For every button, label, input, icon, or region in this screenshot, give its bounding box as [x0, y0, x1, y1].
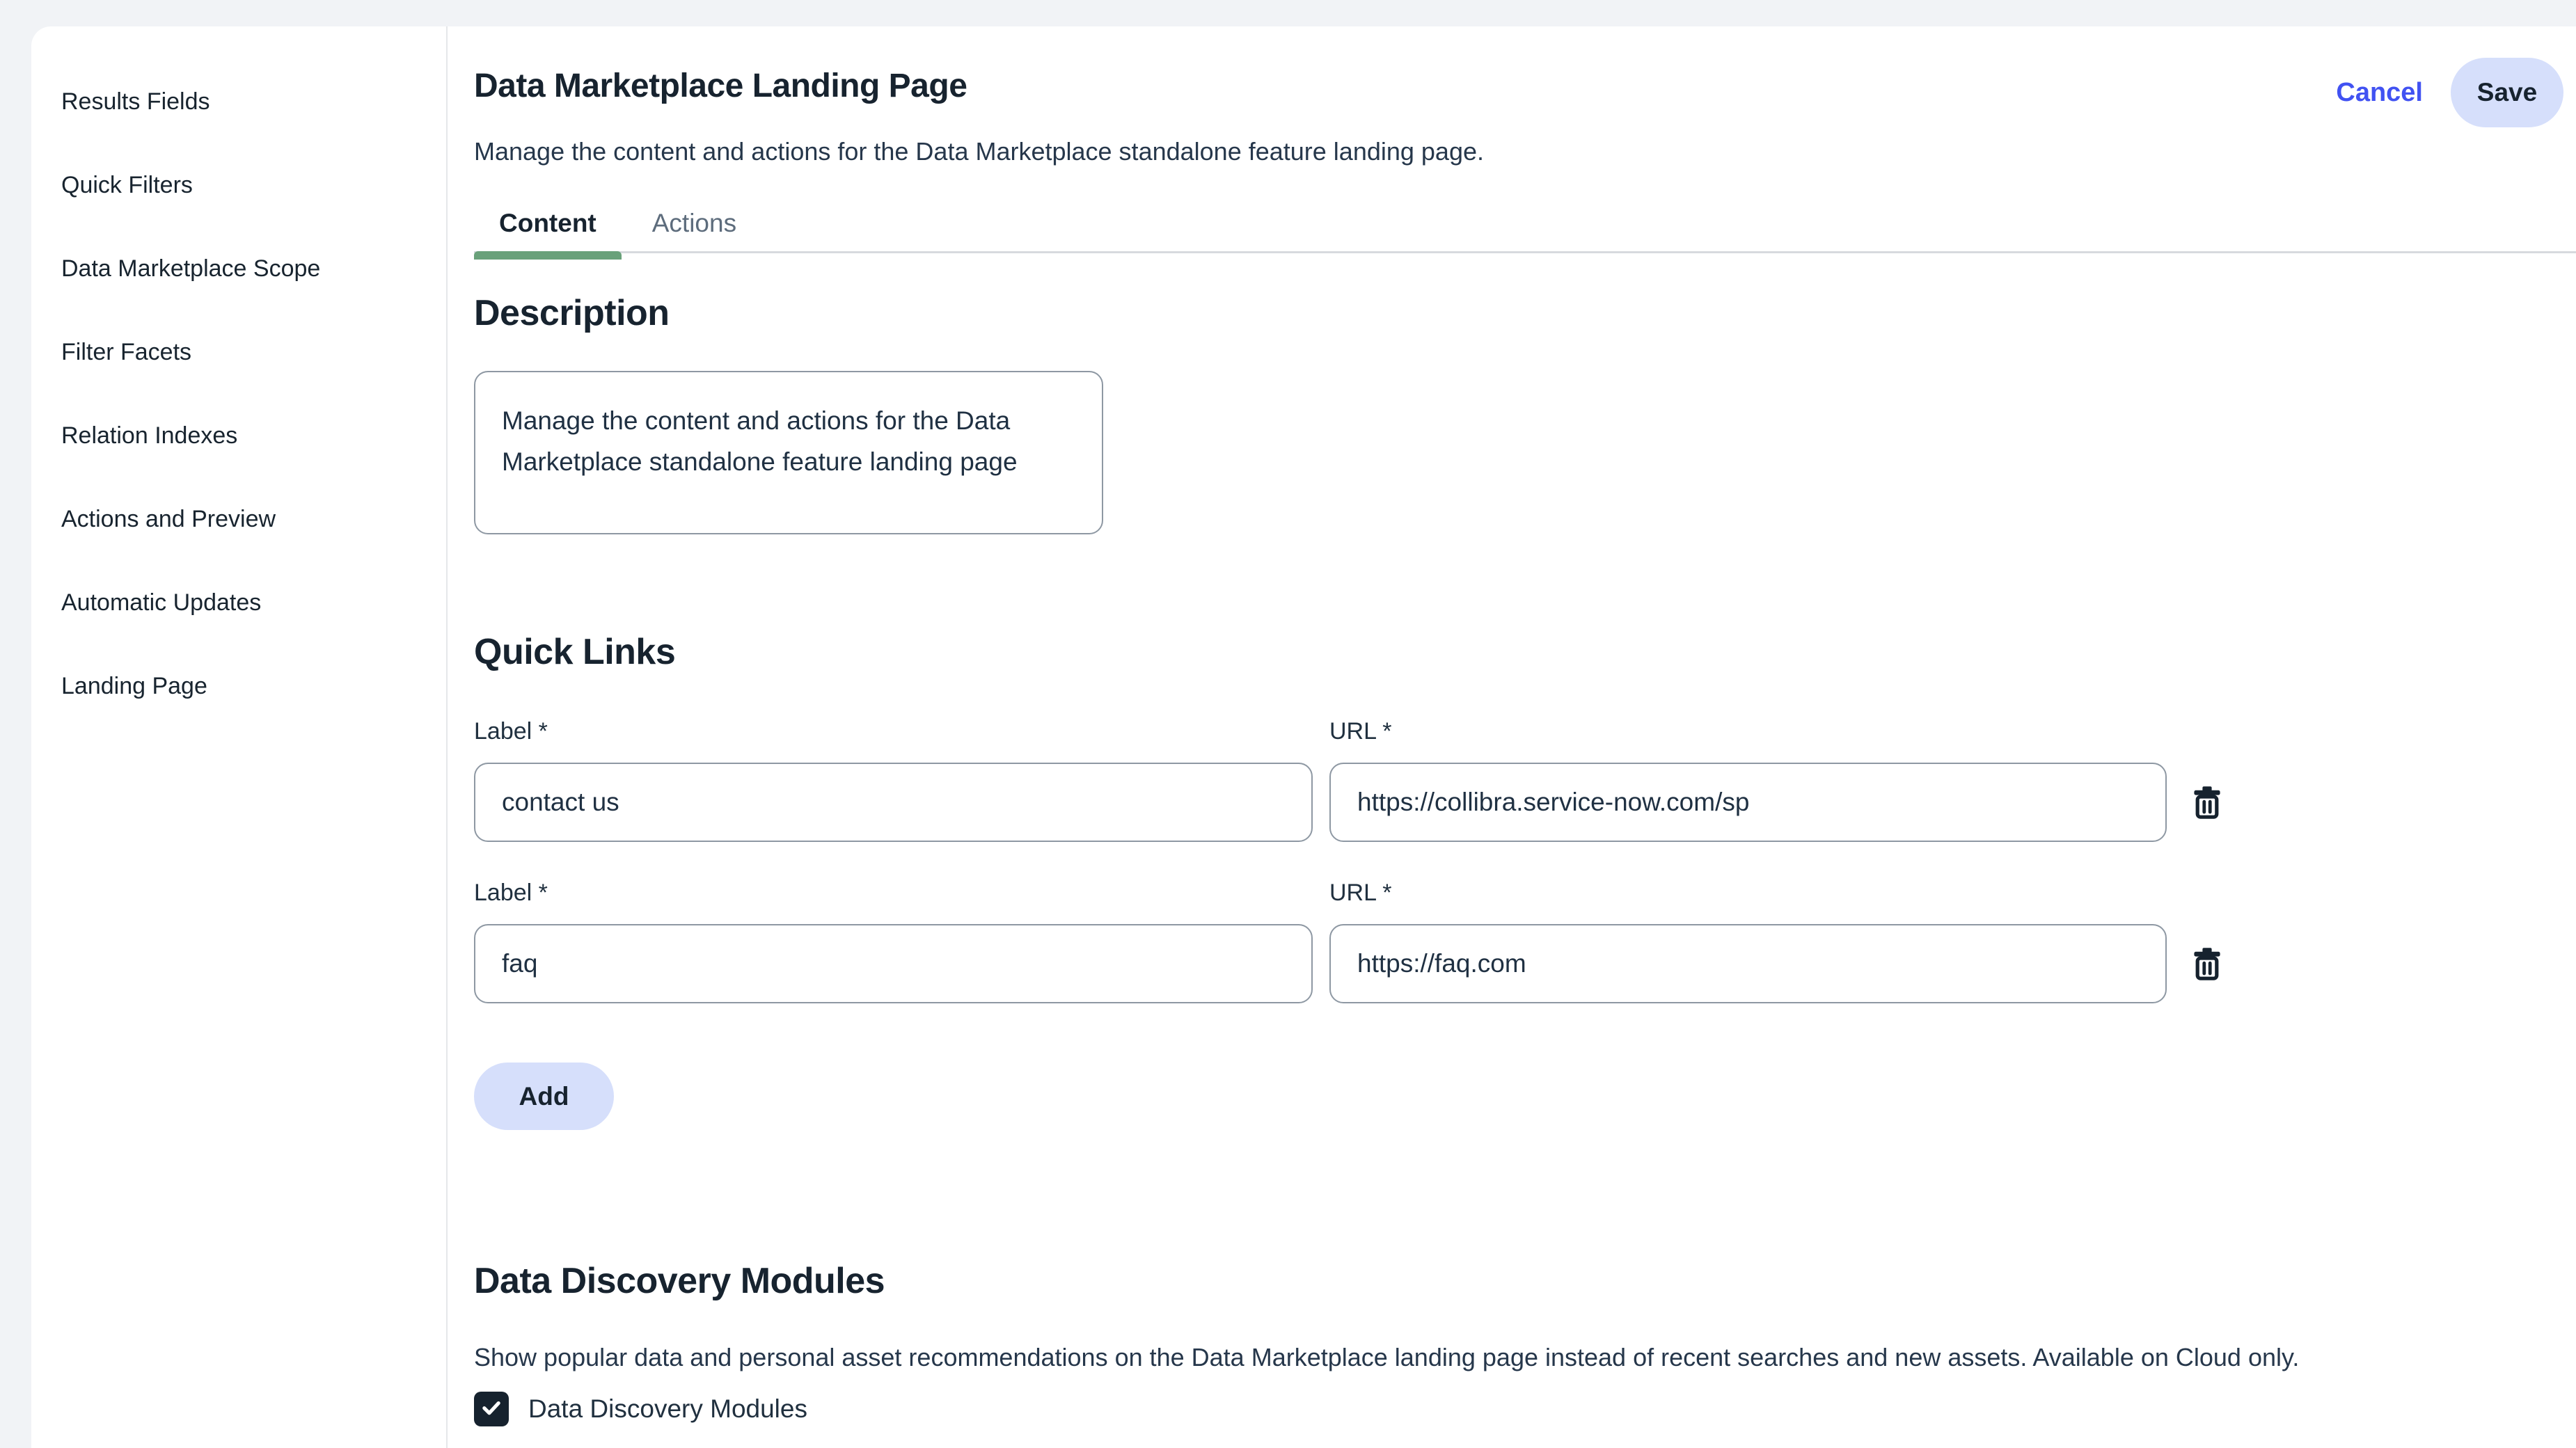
sidebar-item-actions-and-preview[interactable]: Actions and Preview [31, 477, 446, 561]
save-button[interactable]: Save [2451, 58, 2563, 127]
quick-link-url-field: URL * [1329, 717, 2167, 842]
settings-sidebar: Results Fields Quick Filters Data Market… [31, 26, 446, 1448]
sidebar-item-landing-page[interactable]: Landing Page [31, 644, 446, 728]
quick-link-label-field: Label * [474, 717, 1313, 842]
quick-link-row: Label * URL * [474, 878, 2576, 1003]
header-actions: Cancel Save [2336, 58, 2563, 127]
description-textarea[interactable]: Manage the content and actions for the D… [474, 371, 1103, 534]
sidebar-item-data-marketplace-scope[interactable]: Data Marketplace Scope [31, 227, 446, 310]
sidebar-item-results-fields[interactable]: Results Fields [31, 60, 446, 143]
sidebar-item-relation-indexes[interactable]: Relation Indexes [31, 394, 446, 477]
quick-link-label-field: Label * [474, 878, 1313, 1003]
settings-card: Results Fields Quick Filters Data Market… [31, 26, 2576, 1448]
tab-content[interactable]: Content [474, 208, 622, 239]
delete-quick-link-button[interactable] [2191, 947, 2223, 980]
data-discovery-checkbox-label[interactable]: Data Discovery Modules [528, 1394, 807, 1424]
label-field-label: Label * [474, 878, 1313, 907]
cancel-button[interactable]: Cancel [2336, 78, 2423, 108]
delete-quick-link-button[interactable] [2191, 786, 2223, 819]
data-discovery-heading: Data Discovery Modules [474, 1259, 2576, 1303]
trash-icon [2191, 786, 2223, 819]
quick-link-url-input[interactable] [1329, 763, 2167, 842]
sidebar-item-automatic-updates[interactable]: Automatic Updates [31, 561, 446, 644]
quick-link-label-input[interactable] [474, 924, 1313, 1003]
page-title: Data Marketplace Landing Page [474, 66, 2576, 106]
sidebar-item-quick-filters[interactable]: Quick Filters [31, 143, 446, 227]
url-field-label: URL * [1329, 878, 2167, 907]
main-content: Cancel Save Data Marketplace Landing Pag… [448, 26, 2576, 1448]
label-field-label: Label * [474, 717, 1313, 746]
sidebar-item-filter-facets[interactable]: Filter Facets [31, 310, 446, 394]
quick-link-url-field: URL * [1329, 878, 2167, 1003]
quick-link-row: Label * URL * [474, 717, 2576, 842]
tab-actions[interactable]: Actions [652, 208, 736, 239]
add-quick-link-button[interactable]: Add [474, 1063, 614, 1130]
checkmark-icon [480, 1396, 503, 1423]
data-discovery-description: Show popular data and personal asset rec… [474, 1342, 2492, 1374]
page-subtitle: Manage the content and actions for the D… [474, 136, 2576, 168]
url-field-label: URL * [1329, 717, 2167, 746]
quick-link-url-input[interactable] [1329, 924, 2167, 1003]
data-discovery-checkbox[interactable] [474, 1392, 509, 1426]
quick-link-label-input[interactable] [474, 763, 1313, 842]
description-heading: Description [474, 292, 2576, 335]
trash-icon [2191, 947, 2223, 980]
data-discovery-checkbox-row: Data Discovery Modules [474, 1392, 2576, 1426]
tab-bar: Content Actions [474, 208, 2576, 253]
quick-links-heading: Quick Links [474, 630, 2576, 674]
